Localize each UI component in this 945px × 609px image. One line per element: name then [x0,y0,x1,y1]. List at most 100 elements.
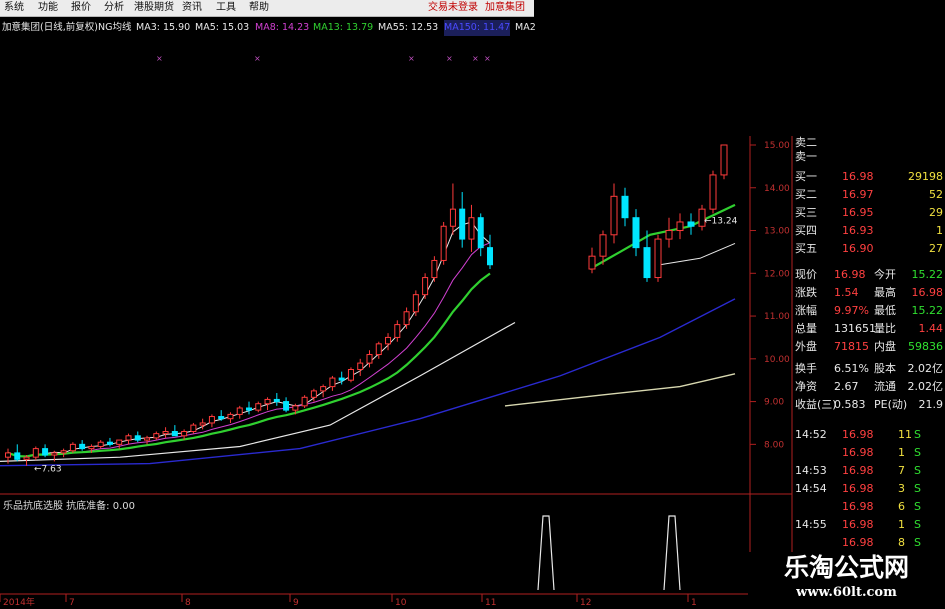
long-ma-line [504,373,736,407]
bid-volume: 29 [929,206,943,219]
candle-body [32,448,39,458]
bid-row: 买四 16.93 1 [792,222,945,240]
candle-body [394,324,401,338]
tick-time: 14:54 [795,482,827,495]
tick-price: 16.98 [842,500,874,513]
signal-spike [663,515,681,591]
candle-body [106,441,113,445]
stat-label: 现价 [795,268,817,281]
price-annotation: ←13.24 [704,216,738,226]
tick-row: 16.98 1 S [792,444,945,462]
date-tick-label: 8 [185,598,191,608]
stat-label: 流通 [874,380,896,393]
candle-body [588,255,596,270]
bid-label: 买三 [795,206,817,219]
date-tick-label: 7 [69,598,75,608]
stat-label: 外盘 [795,340,817,353]
candle-body [264,398,271,405]
candle-body [676,221,684,232]
price-tick-label: 9.00 [764,398,784,408]
candle-body [459,208,466,240]
candle-body [610,195,618,236]
price-tick-label: 14.00 [764,184,790,194]
bid-volume: 52 [929,188,943,201]
stat-label: PE(动) [874,398,908,411]
stat-row: 涨跌 1.54 最高 16.98 [792,284,945,302]
candle-body [632,217,640,249]
candle-body [97,441,104,447]
tick-row: 14:52 16.98 11 S [792,426,945,444]
price-tick-label: 8.00 [764,440,784,450]
candle-body [236,407,243,415]
tick-time: 14:52 [795,428,827,441]
candle-body [366,354,373,364]
candle-body [487,247,493,266]
bid-label: 买一 [795,170,817,183]
stat-label: 净资 [795,380,817,393]
candle-body [422,277,429,296]
candle-body [116,439,123,445]
stat-value: 0.583 [834,398,866,411]
signal-marker: × [254,54,261,63]
stat-value: 21.9 [918,398,944,411]
tick-volume: 1 [898,446,905,459]
candle-body [720,144,728,176]
stat-value: 2.02亿 [907,362,944,375]
candle-body [88,445,95,450]
candle-body [283,401,290,411]
tick-row: 16.98 6 S [792,498,945,516]
ma55-line [0,321,516,462]
stat-label: 涨幅 [795,304,817,317]
stat-label: 股本 [874,362,896,375]
candle-body [599,234,607,257]
candle-body [654,238,662,279]
candle-body [181,431,188,437]
tick-volume: 6 [898,500,905,513]
signal-marker: × [446,54,453,63]
signal-marker: × [472,54,479,63]
candle-body [440,225,447,261]
signal-marker: × [156,54,163,63]
signal-markers: × × × × × × [156,54,491,63]
candle-body [431,259,438,279]
bid-label: 买五 [795,242,817,255]
watermark-url: www.60lt.com [796,585,897,600]
stat-label: 量比 [874,322,896,335]
date-tick-label: 9 [293,598,299,608]
tick-side: S [914,482,921,495]
lower-indicator-panel [537,515,681,591]
stat-value: 16.98 [834,268,866,281]
candle-body [449,208,456,227]
candle-body [144,437,151,441]
candle-body [665,230,673,240]
tick-volume: 7 [898,464,905,477]
candle-body [357,362,364,371]
price-axis: 15.00 14.00 13.00 12.00 11.00 10.00 9.00 8.00 [750,141,790,450]
candle-body [477,217,484,249]
candle-body [5,452,11,458]
bid-price: 16.93 [842,224,874,237]
tick-row: 14:54 16.98 3 S [792,480,945,498]
candle-body [69,443,76,452]
candle-body [403,311,410,326]
bid-row: 买一 16.98 29198 [792,168,945,186]
stat-value: 2.67 [834,380,859,393]
stat-label: 总量 [795,322,817,335]
stat-row: 总量 131651 量比 1.44 [792,320,945,338]
ma-lines [0,203,736,467]
tick-side: S [914,464,921,477]
candle-body [292,405,299,411]
stat-row: 换手 6.51% 股本 2.02亿 [792,360,945,378]
candle-body [329,377,336,388]
price-tick-label: 10.00 [764,355,790,365]
stat-label: 换手 [795,362,817,375]
price-tick-label: 12.00 [764,269,790,279]
stat-row: 净资 2.67 流通 2.02亿 [792,378,945,396]
stat-value: 16.98 [911,286,944,299]
candle-body [255,403,262,411]
candle-body [79,443,86,450]
tick-time: 14:53 [795,464,827,477]
tick-volume: 3 [898,482,905,495]
candle-body [162,431,169,435]
candle-body [208,416,215,424]
